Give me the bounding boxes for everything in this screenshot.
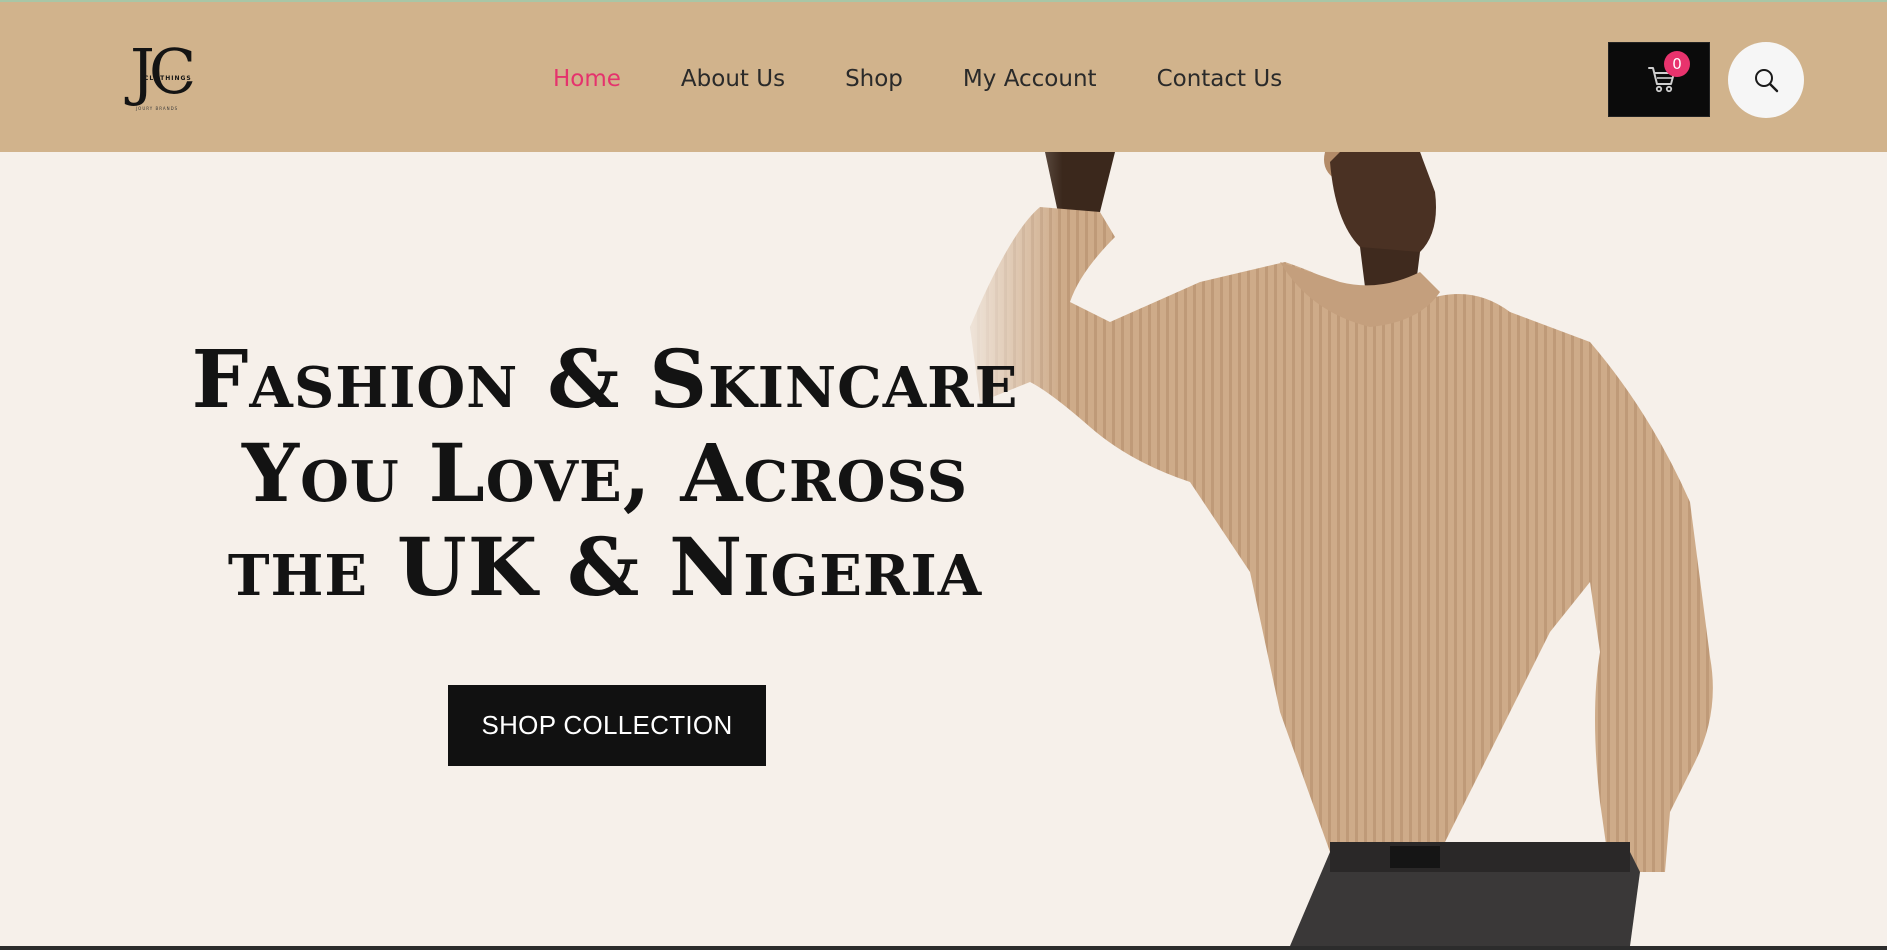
- brand-logo[interactable]: JC CLOTHINGS JOURY BRANDS: [130, 41, 212, 113]
- search-icon: [1755, 69, 1779, 93]
- bottom-border: [0, 946, 1887, 950]
- main-nav: Home About Us Shop My Account Contact Us: [553, 64, 1342, 94]
- nav-item-about-us[interactable]: About Us: [681, 64, 785, 94]
- logo-letters: JC: [130, 35, 196, 108]
- search-button[interactable]: [1728, 42, 1804, 118]
- cart-button[interactable]: 0: [1608, 42, 1710, 117]
- logo-subtitle: CLOTHINGS: [144, 75, 192, 82]
- hero-headline-line-3: the UK & Nigeria: [227, 520, 983, 614]
- nav-item-my-account[interactable]: My Account: [963, 64, 1097, 94]
- site-header: JC CLOTHINGS JOURY BRANDS Home About Us …: [0, 2, 1887, 152]
- hero-headline-line-1: Fashion & Skincare: [191, 332, 1019, 426]
- shop-collection-button[interactable]: SHOP COLLECTION: [448, 685, 766, 766]
- logo-tagline: JOURY BRANDS: [136, 106, 179, 111]
- hero-headline: Fashion & Skincare You Love, Across the …: [110, 332, 1100, 614]
- hero-headline-line-2: You Love, Across: [241, 426, 969, 520]
- hero-section: Fashion & Skincare You Love, Across the …: [0, 152, 1887, 946]
- cart-count-badge: 0: [1664, 51, 1690, 77]
- nav-item-contact-us[interactable]: Contact Us: [1157, 64, 1283, 94]
- nav-item-shop[interactable]: Shop: [845, 64, 903, 94]
- nav-item-home[interactable]: Home: [553, 64, 621, 94]
